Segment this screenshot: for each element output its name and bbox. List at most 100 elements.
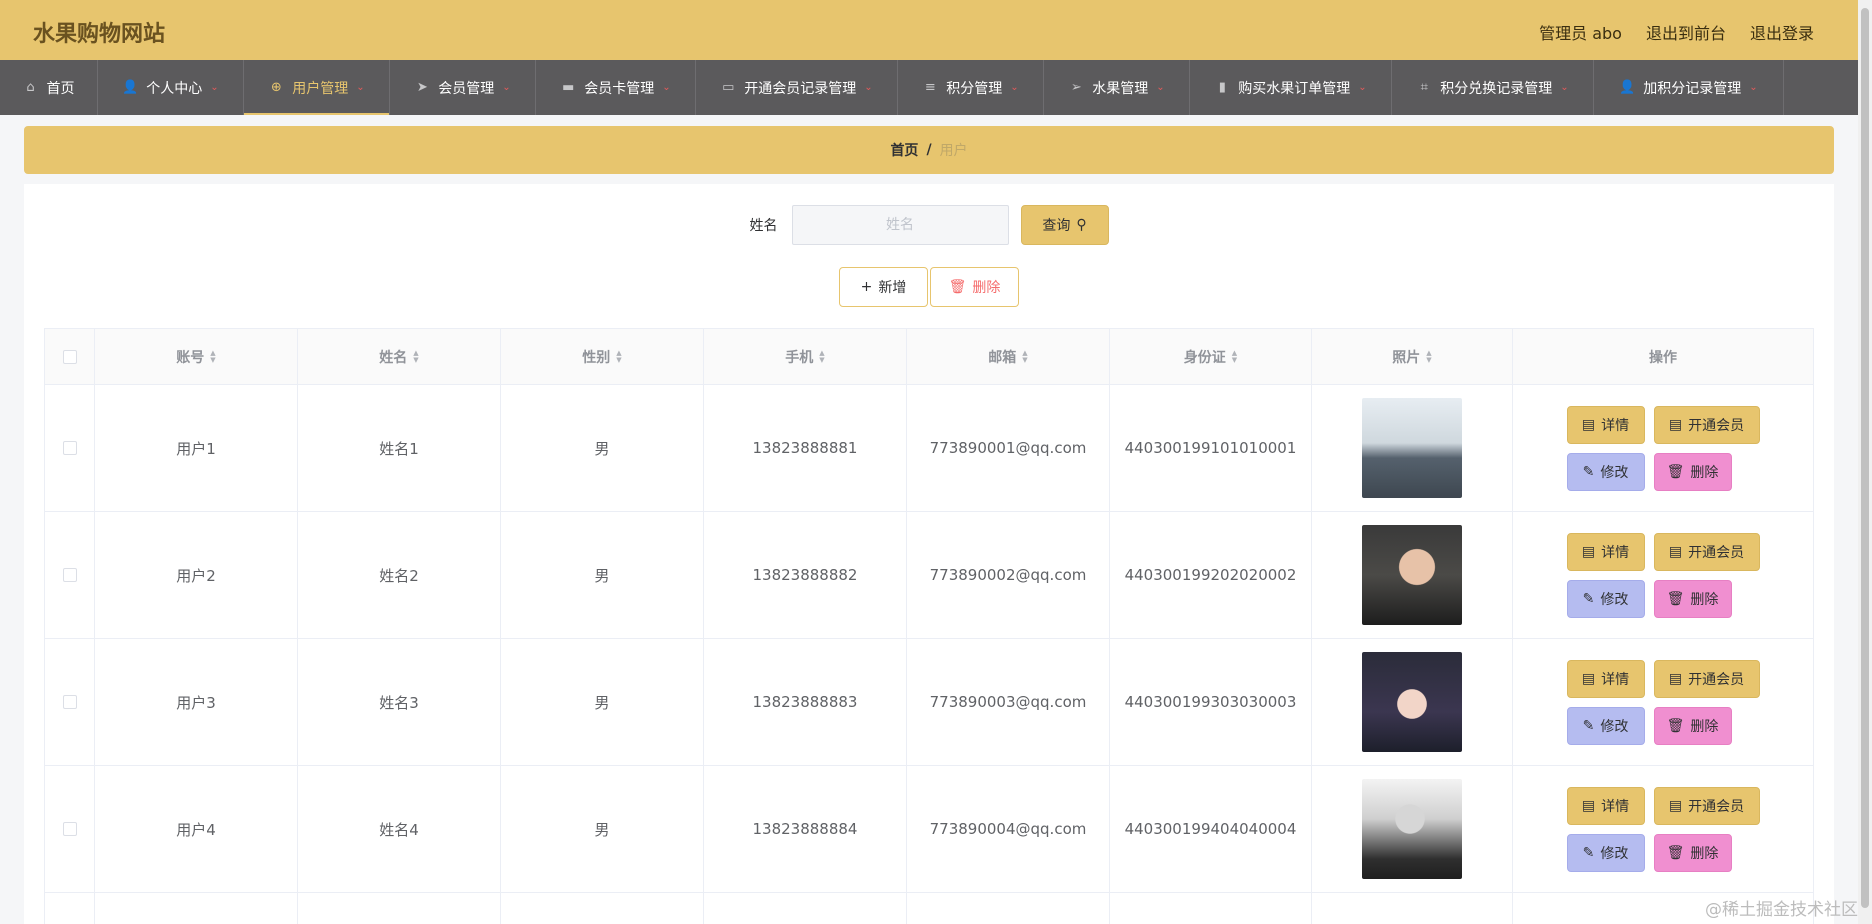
edit-button[interactable]: ✎ 修改	[1566, 833, 1645, 872]
watermark: @稀土掘金技术社区	[1705, 900, 1858, 920]
row-checkbox[interactable]	[62, 568, 77, 582]
header-gender[interactable]: 性别 ▲ ▼	[501, 329, 704, 384]
main-nav: ⌂ 首页 👤 个人中心 ⌄ ⊕ 用户管理 ⌄ ➤ 会员管理 ⌄ ▬ 会员卡管理 ⌄ ▭ 开通会员记录管理 ⌄ ≡ 积…	[0, 60, 1858, 115]
edit-button[interactable]: ✎ 修改	[1566, 579, 1645, 618]
edit-button[interactable]: ✎ 修改	[1566, 452, 1645, 491]
detail-button[interactable]: ▤ 详情	[1566, 532, 1645, 571]
query-button-label: 查询	[1042, 218, 1071, 234]
user-photo[interactable]	[1362, 398, 1462, 498]
cell-account: 用户1	[95, 385, 298, 511]
chevron-down-icon: ⌄	[210, 82, 219, 93]
logout-link[interactable]: 退出登录	[1750, 20, 1814, 44]
open-membership-button[interactable]: ▤ 开通会员	[1653, 405, 1760, 444]
table-row-partial	[45, 893, 1813, 924]
row-delete-button[interactable]: 🗑 删除	[1653, 452, 1732, 491]
row-actions: ▤ 详情 ▤ 开通会员 ✎ 修改 🗑 删除	[1566, 405, 1760, 491]
edit-button[interactable]: ✎ 修改	[1566, 706, 1645, 745]
sort-icon: ▲ ▼	[1426, 348, 1432, 364]
document-icon: ▤	[1581, 416, 1596, 433]
chevron-down-icon: ⌄	[1749, 82, 1758, 93]
nav-item-label: 水果管理	[1092, 80, 1149, 97]
cell-email: 773890003@qq.com	[907, 639, 1110, 765]
row-checkbox[interactable]	[62, 695, 77, 709]
select-all-checkbox[interactable]	[62, 349, 77, 364]
nav-item-label: 会员管理	[438, 80, 495, 97]
query-button[interactable]: 查询 ⚲	[1020, 205, 1109, 245]
nav-item-6[interactable]: ≡ 积分管理 ⌄	[898, 60, 1044, 115]
name-search-input[interactable]	[791, 205, 1009, 245]
table-row: 用户3 姓名3 男 13823888883 773890003@qq.com 440300…	[45, 639, 1813, 766]
header-photo[interactable]: 照片 ▲ ▼	[1312, 329, 1513, 384]
header-links: 管理员 abo 退出到前台 退出登录	[1539, 20, 1814, 44]
page-scrollbar[interactable]	[1858, 0, 1872, 924]
cell-gender: 男	[501, 639, 704, 765]
nav-item-1[interactable]: 👤 个人中心 ⌄	[98, 60, 244, 115]
add-button[interactable]: + 新增	[839, 267, 928, 307]
table-row: 用户1 姓名1 男 13823888881 773890001@qq.com 440300…	[45, 385, 1813, 512]
row-checkbox[interactable]	[62, 822, 77, 836]
cell-gender: 男	[501, 512, 704, 638]
user-table: 账号 ▲ ▼ 姓名 ▲ ▼ 性别 ▲ ▼ 手机 ▲ ▼ 邮箱 ▲ ▼ 身份证 ▲ ▼ 照片 ▲ ▼ 操作 用…	[44, 328, 1814, 924]
open-membership-button[interactable]: ▤ 开通会员	[1653, 532, 1760, 571]
nav-item-3[interactable]: ➤ 会员管理 ⌄	[390, 60, 536, 115]
cell-id-card: 440300199202020002	[1110, 512, 1312, 638]
user-icon: 👤	[1619, 80, 1636, 95]
nav-item-7[interactable]: ➢ 水果管理 ⌄	[1044, 60, 1190, 115]
nav-item-5[interactable]: ▭ 开通会员记录管理 ⌄	[696, 60, 898, 115]
nav-item-label: 开通会员记录管理	[744, 80, 857, 97]
list-icon: ≡	[924, 80, 936, 95]
document-icon: ▤	[1668, 670, 1683, 687]
nav-item-label: 首页	[46, 80, 75, 97]
row-delete-button[interactable]: 🗑 删除	[1653, 706, 1732, 745]
row-delete-button[interactable]: 🗑 删除	[1653, 833, 1732, 872]
nav-item-label: 个人中心	[146, 80, 203, 97]
nav-item-label: 积分管理	[946, 80, 1003, 97]
nav-item-label: 购买水果订单管理	[1238, 80, 1351, 97]
cell-phone: 13823888882	[704, 512, 907, 638]
trash-icon: 🗑	[1666, 463, 1685, 480]
row-actions: ▤ 详情 ▤ 开通会员 ✎ 修改 🗑 删除	[1566, 659, 1760, 745]
sort-icon: ▲ ▼	[1022, 348, 1028, 364]
header-account[interactable]: 账号 ▲ ▼	[95, 329, 298, 384]
nav-item-4[interactable]: ▬ 会员卡管理 ⌄	[536, 60, 696, 115]
row-delete-button[interactable]: 🗑 删除	[1653, 579, 1732, 618]
detail-button[interactable]: ▤ 详情	[1566, 786, 1645, 825]
header-actions: 操作	[1649, 349, 1677, 366]
nav-item-0[interactable]: ⌂ 首页	[0, 60, 98, 115]
paper-plane-icon: ➤	[416, 80, 428, 95]
nav-item-8[interactable]: ▮ 购买水果订单管理 ⌄	[1190, 60, 1392, 115]
to-front-link[interactable]: 退出到前台	[1646, 20, 1726, 44]
cell-account: 用户2	[95, 512, 298, 638]
sort-icon: ▲ ▼	[819, 348, 825, 364]
cell-name: 姓名2	[298, 512, 501, 638]
user-photo[interactable]	[1362, 525, 1462, 625]
nav-item-label: 会员卡管理	[584, 80, 655, 97]
user-photo[interactable]	[1362, 652, 1462, 752]
add-button-label: 新增	[878, 280, 907, 296]
chevron-down-icon: ⌄	[1358, 82, 1367, 93]
header-email[interactable]: 邮箱 ▲ ▼	[907, 329, 1110, 384]
search-label: 姓名	[749, 218, 778, 234]
batch-delete-button[interactable]: 🗑 删除	[930, 267, 1019, 307]
ticket-icon: ▭	[722, 80, 735, 95]
row-actions: ▤ 详情 ▤ 开通会员 ✎ 修改 🗑 删除	[1566, 532, 1760, 618]
nav-item-2[interactable]: ⊕ 用户管理 ⌄	[244, 60, 390, 115]
row-checkbox[interactable]	[62, 441, 77, 455]
chevron-down-icon: ⌄	[662, 82, 671, 93]
cell-id-card: 440300199101010001	[1110, 385, 1312, 511]
breadcrumb-home[interactable]: 首页	[890, 140, 918, 160]
trash-icon: 🗑	[1666, 590, 1685, 607]
nav-item-9[interactable]: ⌗ 积分兑换记录管理 ⌄	[1392, 60, 1594, 115]
detail-button[interactable]: ▤ 详情	[1566, 405, 1645, 444]
detail-button[interactable]: ▤ 详情	[1566, 659, 1645, 698]
header-id-card[interactable]: 身份证 ▲ ▼	[1110, 329, 1312, 384]
scroll-thumb[interactable]	[1861, 8, 1869, 908]
user-photo[interactable]	[1362, 779, 1462, 879]
nav-item-10[interactable]: 👤 加积分记录管理 ⌄	[1594, 60, 1784, 115]
admin-label: 管理员 abo	[1539, 24, 1622, 43]
header-name[interactable]: 姓名 ▲ ▼	[298, 329, 501, 384]
open-membership-button[interactable]: ▤ 开通会员	[1653, 786, 1760, 825]
open-membership-button[interactable]: ▤ 开通会员	[1653, 659, 1760, 698]
header-phone[interactable]: 手机 ▲ ▼	[704, 329, 907, 384]
cell-account: 用户4	[95, 766, 298, 892]
